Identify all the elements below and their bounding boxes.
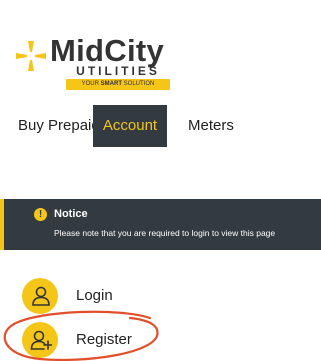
tab-meters[interactable]: Meters xyxy=(188,105,234,147)
tagline-suffix: SOLUTION xyxy=(122,81,155,87)
notice-banner: ! Notice Please note that you are requir… xyxy=(0,199,321,250)
main-tabs: Buy Prepaid Account Meters xyxy=(0,105,321,147)
midcity-logo[interactable]: MidCity UTILITIES YOUR SMART SOLUTION xyxy=(16,34,176,90)
logo-cross-icon xyxy=(16,41,46,71)
exclamation-icon: ! xyxy=(34,208,47,221)
user-icon xyxy=(22,278,58,314)
logo-name: MidCity xyxy=(50,33,165,68)
notice-title: Notice xyxy=(54,208,88,220)
login-label: Login xyxy=(76,287,113,304)
tab-buy-prepaid[interactable]: Buy Prepaid xyxy=(18,105,100,147)
page: MidCity UTILITIES YOUR SMART SOLUTION Bu… xyxy=(0,0,321,361)
logo-subname: UTILITIES xyxy=(76,64,160,78)
notice-message: Please note that you are required to log… xyxy=(54,228,276,238)
logo-tagline: YOUR SMART SOLUTION xyxy=(66,79,170,90)
tagline-prefix: YOUR xyxy=(81,81,101,87)
tagline-bold: SMART xyxy=(100,81,122,87)
login-link[interactable]: Login xyxy=(22,278,222,314)
tab-account[interactable]: Account xyxy=(93,105,167,147)
annotation-circle xyxy=(3,310,159,361)
